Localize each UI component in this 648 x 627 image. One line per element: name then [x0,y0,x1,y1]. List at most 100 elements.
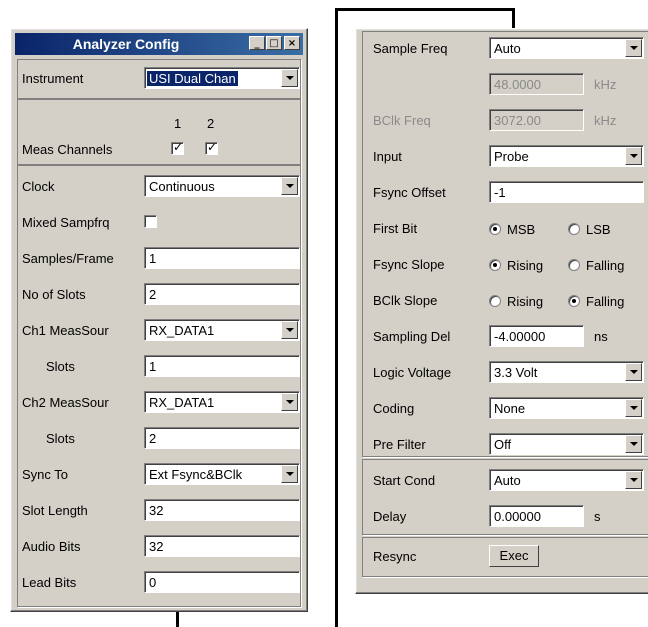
resync-label: Resync [373,549,417,564]
coding-dropdown[interactable]: None [489,397,644,419]
start-cond-dropdown[interactable]: Auto [489,469,644,491]
radio-icon [568,223,580,235]
maximize-button[interactable]: □ [266,36,282,50]
instrument-dropdown[interactable]: USI Dual Chan [144,67,300,89]
ch2-meassour-value: RX_DATA1 [149,395,215,410]
start-cond-value: Auto [494,473,521,488]
instrument-value: USI Dual Chan [146,70,239,87]
instrument-dropdown-button[interactable] [281,69,298,87]
fsync-offset-input[interactable]: -1 [489,181,644,203]
analyzer-config-panel: Analyzer Config _ □ × Instrument USI Dua… [10,28,308,612]
bclk-freq-unit: kHz [594,113,617,128]
ch1-slots-label: Slots [46,359,75,374]
checkmark-icon: ✓ [173,140,184,154]
input-dropdown[interactable]: Probe [489,145,644,167]
ch1-meassour-dropdown-button[interactable] [281,321,298,339]
meas-channel-1-checkbox[interactable]: ✓ [171,140,184,155]
radio-label: Falling [586,258,625,273]
radio-label: Falling [586,294,625,309]
sample-freq-dropdown-button[interactable] [625,39,642,57]
radio-icon [489,223,501,235]
ch1-meassour-label: Ch1 MeasSour [22,323,109,338]
ch2-slots-label: Slots [46,431,75,446]
radio-icon [568,259,580,271]
sync-to-label: Sync To [22,467,69,482]
ch1-meassour-value: RX_DATA1 [149,323,215,338]
section-settings: Clock Continuous Mixed Sampfrq Samples/F… [17,165,301,607]
close-button[interactable]: × [284,36,300,50]
meas-channel-2-checkbox[interactable]: ✓ [205,140,218,155]
chevron-down-icon [286,184,294,188]
ch2-slots-input[interactable]: 2 [144,427,300,449]
sync-to-value: Ext Fsync&BClk [149,467,243,482]
pre-filter-label: Pre Filter [373,437,426,452]
radio-icon [489,295,501,307]
no-of-slots-input[interactable]: 2 [144,283,300,305]
slot-length-input[interactable]: 32 [144,499,300,521]
chevron-down-icon [630,442,638,446]
start-cond-dropdown-button[interactable] [625,471,642,489]
checkmark-icon: ✓ [207,140,218,154]
sampling-del-input[interactable]: -4.00000 [489,325,584,347]
mixed-sampfrq-checkbox[interactable] [144,215,157,228]
ch2-meassour-dropdown[interactable]: RX_DATA1 [144,391,300,413]
analyzer-config-right-panel: Sample Freq Auto 48.0000 kHz BClk Freq 3… [355,28,648,594]
sampling-del-unit: ns [594,329,608,344]
connector-line-right-vertical [335,8,338,627]
sync-to-dropdown[interactable]: Ext Fsync&BClk [144,463,300,485]
ch1-meassour-dropdown[interactable]: RX_DATA1 [144,319,300,341]
clock-value: Continuous [149,179,215,194]
ch2-meassour-dropdown-button[interactable] [281,393,298,411]
resync-exec-button[interactable]: Exec [489,545,539,567]
input-dropdown-button[interactable] [625,147,642,165]
section-start: Start Cond Auto Delay 0.00000 s [362,459,648,535]
section-resync: Resync Exec [362,537,648,577]
logic-voltage-label: Logic Voltage [373,365,452,380]
pre-filter-dropdown-button[interactable] [625,435,642,453]
samples-frame-input[interactable]: 1 [144,247,300,269]
clock-dropdown[interactable]: Continuous [144,175,300,197]
sample-freq-value-field: 48.0000 [489,73,584,95]
bclk-freq-field: 3072.00 [489,109,584,131]
logic-voltage-dropdown-button[interactable] [625,363,642,381]
ch2-header: 2 [207,116,215,131]
connector-line-top-horizontal [335,8,515,11]
radio-icon [568,295,580,307]
delay-input[interactable]: 0.00000 [489,505,584,527]
instrument-label: Instrument [22,71,84,86]
sync-to-dropdown-button[interactable] [281,465,298,483]
delay-unit: s [594,509,601,524]
input-label: Input [373,149,402,164]
window-title: Analyzer Config [72,36,180,52]
ch2-meassour-label: Ch2 MeasSour [22,395,109,410]
fsync-slope-label: Fsync Slope [373,257,445,272]
pre-filter-value: Off [494,437,512,452]
coding-label: Coding [373,401,415,416]
sampling-del-label: Sampling Del [373,329,451,344]
clock-dropdown-button[interactable] [281,177,298,195]
sample-freq-value: Auto [494,41,521,56]
coding-dropdown-button[interactable] [625,399,642,417]
lead-bits-input[interactable]: 0 [144,571,300,593]
section-meas-channels: 1 2 Meas Channels ✓ ✓ [17,99,301,165]
logic-voltage-dropdown[interactable]: 3.3 Volt [489,361,644,383]
minimize-button[interactable]: _ [249,36,265,50]
chevron-down-icon [286,472,294,476]
pre-filter-dropdown[interactable]: Off [489,433,644,455]
chevron-down-icon [630,406,638,410]
radio-label: Rising [507,294,544,309]
meas-channels-label: Meas Channels [22,142,113,157]
first-bit-label: First Bit [373,221,418,236]
logic-voltage-value: 3.3 Volt [494,365,538,380]
sample-freq-dropdown[interactable]: Auto [489,37,644,59]
input-value: Probe [494,149,529,164]
chevron-down-icon [630,46,638,50]
audio-bits-input[interactable]: 32 [144,535,300,557]
ch1-header: 1 [174,116,182,131]
title-bar[interactable]: Analyzer Config _ □ × [15,33,303,55]
coding-value: None [494,401,526,416]
slot-length-label: Slot Length [22,503,88,518]
section-sampling: Sample Freq Auto 48.0000 kHz BClk Freq 3… [362,31,648,457]
section-instrument: Instrument USI Dual Chan [17,59,301,99]
ch1-slots-input[interactable]: 1 [144,355,300,377]
